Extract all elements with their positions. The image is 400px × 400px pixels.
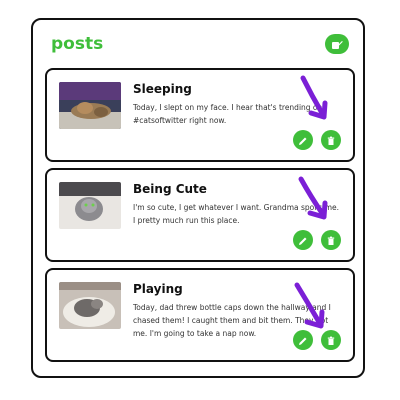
post-thumbnail [59, 282, 121, 329]
post-thumbnail [59, 182, 121, 229]
delete-button[interactable] [321, 230, 341, 250]
page-title: posts [51, 34, 104, 54]
post-title: Sleeping [133, 82, 192, 96]
pencil-icon [298, 231, 308, 250]
post-card: Being Cute I'm so cute, I get whatever I… [45, 168, 355, 262]
post-title: Playing [133, 282, 183, 296]
trash-icon [326, 131, 336, 150]
compose-icon [331, 35, 343, 54]
pencil-icon [298, 331, 308, 350]
pencil-icon [298, 131, 308, 150]
post-card: Sleeping Today, I slept on my face. I he… [45, 68, 355, 162]
post-card: Playing Today, dad threw bottle caps dow… [45, 268, 355, 362]
edit-button[interactable] [293, 330, 313, 350]
post-thumbnail [59, 82, 121, 129]
posts-panel: posts Sleeping Today, I slept on my face… [31, 18, 365, 378]
edit-button[interactable] [293, 130, 313, 150]
trash-icon [326, 231, 336, 250]
delete-button[interactable] [321, 330, 341, 350]
post-body: I'm so cute, I get whatever I want. Gran… [133, 203, 339, 225]
post-body: Today, I slept on my face. I hear that's… [133, 103, 323, 125]
delete-button[interactable] [321, 130, 341, 150]
trash-icon [326, 331, 336, 350]
edit-button[interactable] [293, 230, 313, 250]
new-post-button[interactable] [325, 34, 349, 54]
post-title: Being Cute [133, 182, 207, 196]
